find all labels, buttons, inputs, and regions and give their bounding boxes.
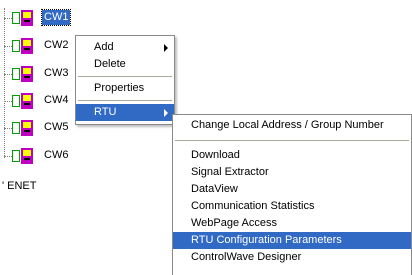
menu-item-rtu[interactable]: RTU [76, 104, 174, 121]
tree-branch-line [4, 101, 12, 102]
menu-separator [78, 100, 172, 101]
menu-item-label: Download [191, 149, 240, 161]
menu-item-delete[interactable]: Delete [76, 56, 174, 73]
tree-item-cw1[interactable]: CW1 [4, 8, 74, 28]
context-menu: Add Delete Properties RTU [75, 35, 175, 125]
submenu-arrow-icon [164, 44, 168, 52]
menu-item-label: ControlWave Designer [191, 251, 302, 263]
menu-separator [175, 140, 409, 141]
tree-item-cw5[interactable]: CW5 [4, 118, 74, 138]
tree-item-label[interactable]: CW2 [42, 38, 70, 53]
rtu-device-icon [12, 148, 33, 164]
menu-item-communication-statistics[interactable]: Communication Statistics [173, 198, 411, 215]
rtu-submenu: Change Local Address / Group Number Down… [172, 114, 412, 275]
menu-item-label: DataView [191, 183, 238, 195]
rtu-device-icon [12, 66, 33, 82]
tree-branch-line [4, 18, 12, 19]
menu-item-controlwave-designer[interactable]: ControlWave Designer [173, 249, 411, 266]
menu-item-label: Communication Statistics [191, 200, 315, 212]
tree-item-cw6[interactable]: CW6 [4, 146, 74, 166]
menu-item-label: RTU [94, 106, 117, 118]
menu-item-label: RTU Configuration Parameters [191, 234, 342, 246]
tree-item-cw4[interactable]: CW4 [4, 91, 74, 111]
menu-item-label: Properties [94, 82, 145, 94]
tree-item-label[interactable]: CW3 [42, 66, 70, 81]
menu-item-properties[interactable]: Properties [76, 80, 174, 97]
menu-item-webpage-access[interactable]: WebPage Access [173, 215, 411, 232]
tree-item-cw2[interactable]: CW2 [4, 36, 74, 56]
tree-item-label[interactable]: CW4 [42, 93, 70, 108]
tree-branch-line [4, 156, 12, 157]
tree-item-label[interactable]: CW1 [40, 9, 72, 26]
tree-branch-line [4, 74, 12, 75]
menu-item-label: Change Local Address / Group Number [191, 119, 384, 131]
tree-item-label[interactable]: CW5 [42, 120, 70, 135]
menu-item-download[interactable]: Download [173, 147, 411, 164]
menu-separator [78, 76, 172, 77]
menu-item-signal-extractor[interactable]: Signal Extractor [173, 164, 411, 181]
rtu-device-icon [12, 120, 33, 136]
menu-item-rtu-configuration-parameters[interactable]: RTU Configuration Parameters [173, 232, 411, 249]
menu-item-label: Signal Extractor [191, 166, 269, 178]
rtu-device-icon [12, 10, 33, 26]
tree-branch-line [4, 46, 12, 47]
enet-label[interactable]: ' ENET [2, 179, 37, 193]
menu-item-change-local-address[interactable]: Change Local Address / Group Number [173, 117, 411, 134]
menu-item-dataview[interactable]: DataView [173, 181, 411, 198]
menu-item-add[interactable]: Add [76, 39, 174, 56]
menu-item-label: WebPage Access [191, 217, 278, 229]
window-content: CW1 CW2 CW3 CW4 CW5 CW6 ' ENET Add Delet… [0, 0, 412, 275]
tree-item-label[interactable]: CW6 [42, 148, 70, 163]
rtu-device-icon [12, 38, 33, 54]
menu-item-label: Delete [94, 58, 126, 70]
tree-item-cw3[interactable]: CW3 [4, 64, 74, 84]
menu-item-label: Add [94, 41, 114, 53]
rtu-device-icon [12, 93, 33, 109]
tree-branch-line [4, 128, 12, 129]
network-tree: CW1 CW2 CW3 CW4 CW5 CW6 ' ENET [0, 0, 80, 200]
submenu-arrow-icon [164, 109, 168, 117]
